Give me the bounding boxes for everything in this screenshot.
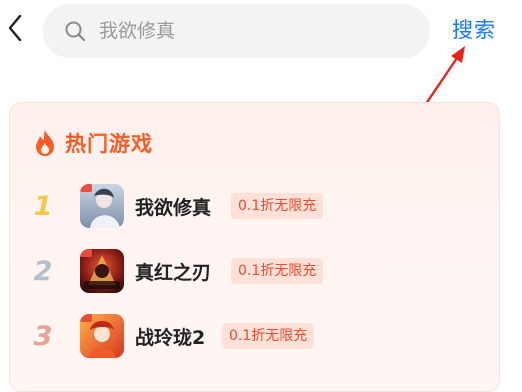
discount-tag: 0.1折无限充	[231, 193, 324, 219]
rank-number: 2	[33, 255, 53, 287]
game-name: 真红之刃	[135, 261, 212, 284]
game-name: 我欲修真	[135, 196, 212, 219]
hot-games-title: 热门游戏	[65, 132, 153, 156]
game-name: 战玲珑2	[135, 326, 206, 349]
chevron-left-icon	[7, 14, 23, 46]
search-box[interactable]	[43, 4, 430, 58]
discount-tag: 0.1折无限充	[231, 258, 324, 284]
search-button[interactable]: 搜索	[452, 14, 496, 44]
hot-games-card: 热门游戏 1 我欲修真 0.1折无限充 2 真红之刃 0.1折无限充 3 战玲珑…	[9, 102, 500, 392]
search-icon	[63, 19, 87, 43]
rank-number: 3	[33, 320, 53, 352]
game-zhanlinglong2-icon	[80, 314, 124, 358]
search-input[interactable]	[97, 19, 401, 43]
game-woyuxiuzhen-icon	[80, 184, 124, 228]
game-zhenhongzhiren-icon	[80, 249, 124, 293]
back-button[interactable]	[0, 10, 30, 50]
discount-tag: 0.1折无限充	[222, 323, 315, 349]
game-row[interactable]: 1 我欲修真 0.1折无限充	[10, 183, 490, 229]
game-row[interactable]: 3 战玲珑2 0.1折无限充	[10, 313, 490, 359]
game-row[interactable]: 2 真红之刃 0.1折无限充	[10, 248, 490, 294]
hot-games-header: 热门游戏	[32, 128, 153, 158]
rank-number: 1	[33, 190, 53, 222]
flame-icon	[32, 129, 58, 157]
